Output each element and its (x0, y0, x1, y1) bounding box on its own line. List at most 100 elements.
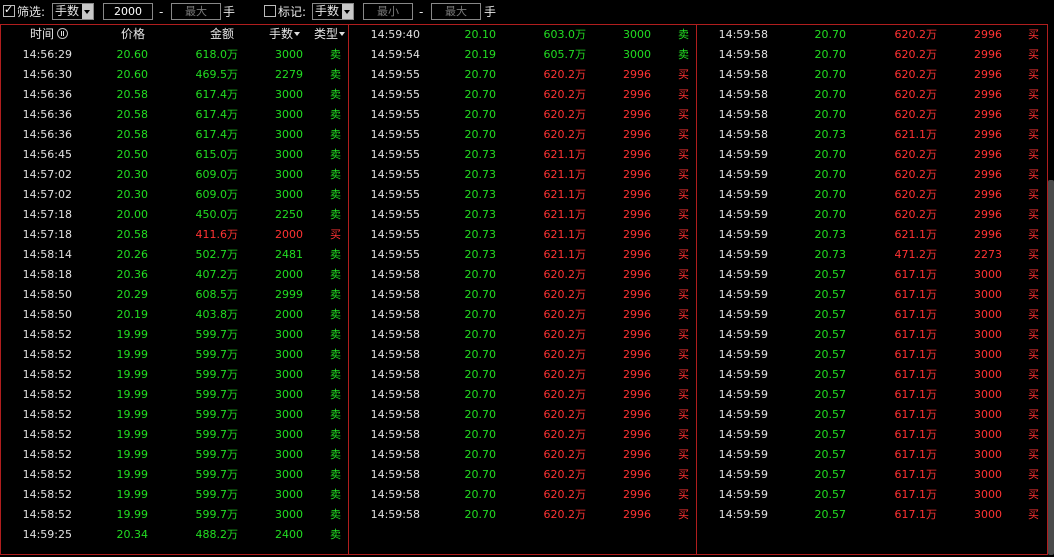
tick-time: 14:59:59 (718, 228, 768, 241)
tick-price: 20.57 (814, 448, 847, 461)
tick-volume: 3000 (623, 48, 651, 61)
header-type[interactable]: 类型 (314, 26, 346, 42)
filter-min-input[interactable]: 2000 (103, 3, 153, 20)
tick-amount: 620.2万 (894, 108, 938, 121)
tick-time: 14:56:36 (22, 88, 72, 101)
tick-type: 买 (1028, 288, 1039, 301)
tick-volume: 2996 (623, 488, 651, 501)
tick-time: 14:59:58 (370, 488, 420, 501)
tick-price: 20.10 (464, 28, 497, 41)
tick-time: 14:57:18 (22, 228, 72, 241)
tick-amount: 599.7万 (195, 428, 239, 441)
tick-time: 14:59:58 (370, 408, 420, 421)
tick-time: 14:59:55 (370, 148, 420, 161)
tick-volume: 3000 (275, 468, 303, 481)
tick-price: 20.57 (814, 268, 847, 281)
tick-volume: 3000 (275, 128, 303, 141)
tick-amount: 617.1万 (894, 288, 938, 301)
tick-volume: 2996 (623, 108, 651, 121)
mark-min-input[interactable]: 最小 (363, 3, 413, 20)
tick-amount: 605.7万 (543, 48, 587, 61)
tick-volume: 3000 (275, 108, 303, 121)
tick-type: 买 (1028, 108, 1039, 121)
tick-volume: 3000 (275, 388, 303, 401)
scrollbar-thumb[interactable] (1048, 180, 1054, 555)
filter-unit-select[interactable]: 手数 (52, 3, 94, 20)
mark-max-input[interactable]: 最大 (431, 3, 481, 20)
tick-amount: 617.1万 (894, 448, 938, 461)
tick-type: 卖 (678, 28, 689, 41)
tick-price: 20.70 (814, 28, 847, 41)
tick-volume: 3000 (974, 308, 1002, 321)
filter-max-input[interactable]: 最大 (171, 3, 221, 20)
tick-volume: 3000 (974, 388, 1002, 401)
tick-time: 14:59:58 (718, 108, 768, 121)
tick-price: 20.58 (116, 88, 149, 101)
tick-amount: 620.2万 (543, 488, 587, 501)
tick-type: 买 (1028, 368, 1039, 381)
mark-checkbox[interactable] (264, 5, 276, 17)
tick-type: 买 (1028, 208, 1039, 221)
tick-volume: 2996 (974, 28, 1002, 41)
tick-price: 20.34 (116, 528, 149, 541)
tick-time: 14:59:55 (370, 228, 420, 241)
tick-time: 14:59:59 (718, 368, 768, 381)
tick-time: 14:56:30 (22, 68, 72, 81)
tick-price: 20.70 (464, 328, 497, 341)
tick-type: 买 (1028, 268, 1039, 281)
tick-amount: 411.6万 (195, 228, 239, 241)
tick-volume: 2996 (974, 208, 1002, 221)
tick-time: 14:59:58 (370, 268, 420, 281)
filter-unit-value: 手数 (55, 4, 80, 18)
tick-price: 20.70 (464, 408, 497, 421)
tick-volume: 3000 (275, 488, 303, 501)
tick-amount: 620.2万 (543, 348, 587, 361)
header-type-label: 类型 (314, 27, 339, 41)
tick-price: 20.70 (814, 108, 847, 121)
tick-type: 买 (678, 108, 689, 121)
tick-price: 20.73 (464, 168, 497, 181)
tick-time: 14:57:02 (22, 168, 72, 181)
tick-price: 20.60 (116, 68, 149, 81)
chevron-down-icon (82, 4, 93, 19)
tick-price: 20.70 (814, 88, 847, 101)
tick-price: 20.70 (464, 288, 497, 301)
tick-time: 14:58:52 (22, 428, 72, 441)
tick-volume: 2996 (623, 68, 651, 81)
tick-price: 20.57 (814, 288, 847, 301)
tick-volume: 3000 (974, 328, 1002, 341)
tick-amount: 621.1万 (543, 168, 587, 181)
tick-type: 卖 (330, 208, 341, 221)
tick-type: 买 (678, 88, 689, 101)
tick-amount: 615.0万 (195, 148, 239, 161)
filter-checkbox[interactable] (3, 3, 15, 17)
filter-label: 筛选: (17, 5, 46, 19)
tick-time: 14:59:40 (370, 28, 420, 41)
tick-type: 买 (678, 408, 689, 421)
tick-time: 14:59:54 (370, 48, 420, 61)
tick-amount: 618.0万 (195, 48, 239, 61)
tick-amount: 620.2万 (894, 168, 938, 181)
tick-type: 买 (678, 508, 689, 521)
header-volume[interactable]: 手数 (269, 26, 301, 42)
tick-type: 买 (1028, 308, 1039, 321)
tick-amount: 599.7万 (195, 488, 239, 501)
tick-volume: 3000 (974, 288, 1002, 301)
pause-icon[interactable] (57, 28, 69, 39)
tick-price: 20.70 (814, 208, 847, 221)
mark-unit-select[interactable]: 手数 (312, 3, 354, 20)
tick-type: 买 (678, 428, 689, 441)
tick-price: 19.99 (116, 468, 149, 481)
tick-price: 19.99 (116, 428, 149, 441)
tick-amount: 599.7万 (195, 408, 239, 421)
tick-price: 20.19 (464, 48, 497, 61)
tick-volume: 3000 (974, 348, 1002, 361)
tick-volume: 2481 (275, 248, 303, 261)
tick-type: 买 (1028, 428, 1039, 441)
tick-amount: 620.2万 (894, 48, 938, 61)
tick-time: 14:59:58 (718, 88, 768, 101)
tick-amount: 620.2万 (543, 68, 587, 81)
tick-time: 14:56:29 (22, 48, 72, 61)
tick-type: 买 (1028, 468, 1039, 481)
tick-time: 14:59:59 (718, 348, 768, 361)
